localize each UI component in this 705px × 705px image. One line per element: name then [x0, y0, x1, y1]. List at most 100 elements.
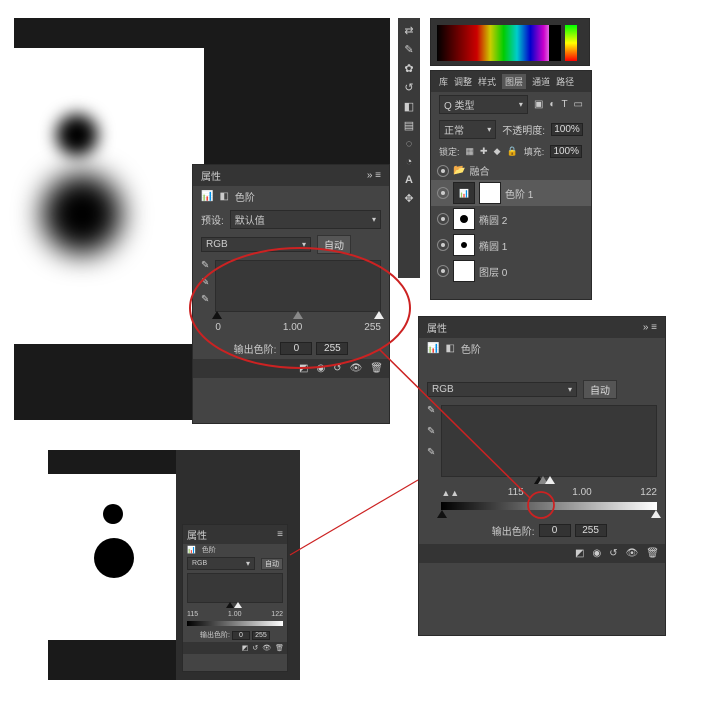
menu-icon[interactable]: ≡: [375, 170, 381, 181]
in-black[interactable]: 115: [187, 611, 198, 618]
in-gamma[interactable]: 1.00: [283, 322, 302, 333]
layer-group[interactable]: 📂 融合: [431, 161, 591, 180]
in-white[interactable]: 122: [271, 611, 283, 618]
layer-ellipse2[interactable]: 椭圆 2: [431, 206, 591, 232]
lock-pos-icon[interactable]: ✚: [480, 146, 488, 157]
clip-icon[interactable]: ◩: [575, 548, 584, 559]
blend-mode-select[interactable]: 正常: [439, 120, 496, 139]
visibility-icon[interactable]: [437, 187, 449, 199]
eyedropper-black-icon[interactable]: ✎: [427, 405, 435, 416]
layer-name: 色阶 1: [505, 186, 533, 201]
out-black[interactable]: 0: [280, 342, 312, 355]
out-white[interactable]: 255: [252, 631, 270, 640]
tab-paths[interactable]: 路径: [556, 75, 574, 88]
tab-channels[interactable]: 通道: [532, 75, 550, 88]
out-black[interactable]: 0: [539, 524, 571, 537]
type-icon[interactable]: A: [405, 174, 413, 186]
blur-icon[interactable]: ◌: [406, 138, 413, 150]
menu-icon[interactable]: ≡: [277, 529, 283, 540]
collapse-icon[interactable]: »: [643, 322, 649, 333]
histogram[interactable]: [441, 405, 657, 477]
opacity-value[interactable]: 100%: [551, 123, 583, 136]
channel-select[interactable]: RGB: [187, 557, 255, 570]
in-white[interactable]: 255: [364, 322, 381, 333]
filter-shape-icon[interactable]: ▭: [574, 99, 583, 110]
out-white[interactable]: 255: [575, 524, 607, 537]
lock-lock-icon[interactable]: 🔒: [507, 146, 518, 157]
visibility-icon[interactable]: [437, 239, 449, 251]
in-gamma[interactable]: 1.00: [572, 487, 591, 498]
out-white[interactable]: 255: [316, 342, 348, 355]
tab-layers[interactable]: 图层: [502, 74, 526, 89]
reset-icon[interactable]: ↺: [333, 363, 341, 374]
folder-icon[interactable]: 📂: [453, 165, 465, 176]
collapse-icon[interactable]: »: [367, 170, 373, 181]
fill-value[interactable]: 100%: [550, 145, 582, 158]
gradient-icon[interactable]: ▤: [404, 119, 414, 132]
layer-name: 图层 0: [479, 264, 507, 279]
preset-select[interactable]: 默认值: [230, 210, 381, 229]
trash-icon[interactable]: 🗑: [646, 548, 659, 559]
in-white[interactable]: 122: [640, 487, 657, 498]
visibility-icon[interactable]: [437, 165, 449, 177]
layer-bg[interactable]: 图层 0: [431, 258, 591, 284]
eyedropper-gray-icon[interactable]: ✎: [201, 277, 209, 288]
dodge-icon[interactable]: ◔: [406, 156, 413, 168]
filter-type-icon[interactable]: T: [561, 99, 567, 110]
move-icon[interactable]: ✥: [404, 192, 413, 205]
trash-icon[interactable]: 🗑: [275, 644, 284, 652]
trash-icon[interactable]: 🗑: [370, 363, 383, 374]
menu-icon[interactable]: ≡: [651, 322, 657, 333]
reset-icon[interactable]: ↺: [252, 644, 258, 652]
channel-select[interactable]: RGB: [427, 382, 577, 397]
visibility-icon[interactable]: 👁: [350, 363, 363, 374]
in-black[interactable]: 115: [508, 487, 524, 498]
clip-icon[interactable]: ◩: [242, 644, 249, 652]
color-picker[interactable]: [430, 18, 590, 66]
history-brush-icon[interactable]: ↺: [404, 81, 413, 94]
eyedropper-white-icon[interactable]: ✎: [427, 447, 435, 458]
filter-adj-icon[interactable]: ◐: [549, 99, 555, 110]
reset-icon[interactable]: ↺: [609, 548, 617, 559]
visibility-icon[interactable]: 👁: [262, 644, 271, 652]
fill-label: 填充:: [524, 145, 545, 158]
canvas-bottom-header: [48, 450, 176, 474]
in-gamma[interactable]: 1.00: [228, 611, 242, 618]
tab-adjust[interactable]: 调整: [454, 75, 472, 88]
visibility-icon[interactable]: [437, 265, 449, 277]
layer-kind-select[interactable]: Q 类型: [439, 95, 528, 114]
clip-icon[interactable]: ◩: [299, 363, 308, 374]
lock-pixel-icon[interactable]: ◆: [494, 146, 501, 157]
stamp-icon[interactable]: ✿: [404, 62, 413, 75]
output-gradient[interactable]: [187, 621, 283, 626]
properties-panel-1: 属性 » ≡ 📊 ◧ 色阶 预设: 默认值 RGB 自动 ✎ ✎ ✎ 0 1.0…: [192, 164, 390, 424]
output-label: 输出色阶:: [492, 523, 535, 538]
eyedropper-white-icon[interactable]: ✎: [201, 294, 209, 305]
tab-lib[interactable]: 库: [439, 75, 448, 88]
swap-icon[interactable]: ⇄: [404, 24, 413, 37]
lock-all-icon[interactable]: ▦: [466, 146, 475, 157]
eraser-icon[interactable]: ◧: [404, 100, 414, 113]
eyedropper-black-icon[interactable]: ✎: [201, 260, 209, 271]
eyedropper-gray-icon[interactable]: ✎: [427, 426, 435, 437]
auto-button[interactable]: 自动: [583, 380, 617, 399]
in-black[interactable]: 0: [215, 322, 221, 333]
layer-levels[interactable]: 📊 色阶 1: [431, 180, 591, 206]
auto-button[interactable]: 自动: [317, 235, 351, 254]
visibility-icon[interactable]: 👁: [626, 548, 639, 559]
visibility-icon[interactable]: [437, 213, 449, 225]
auto-button[interactable]: 自动: [261, 558, 283, 570]
brush-icon[interactable]: ✎: [404, 43, 413, 56]
output-gradient[interactable]: [441, 502, 657, 510]
wa-icon[interactable]: ▲▲: [441, 488, 459, 498]
filter-pixel-icon[interactable]: ▣: [534, 99, 543, 110]
layer-ellipse1[interactable]: 椭圆 1: [431, 232, 591, 258]
histogram[interactable]: [187, 573, 283, 603]
view-prev-icon[interactable]: ◉: [592, 548, 601, 559]
tab-style[interactable]: 样式: [478, 75, 496, 88]
histogram[interactable]: [215, 260, 381, 312]
layer-thumb: [453, 208, 475, 230]
out-black[interactable]: 0: [232, 631, 250, 640]
channel-select[interactable]: RGB: [201, 237, 311, 252]
view-prev-icon[interactable]: ◉: [316, 363, 325, 374]
